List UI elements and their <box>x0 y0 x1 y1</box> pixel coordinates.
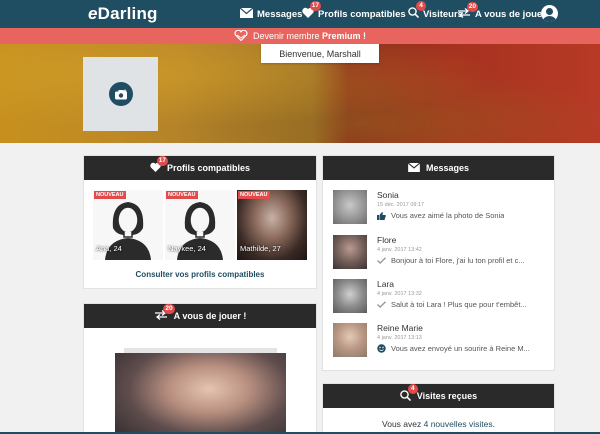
message-item-lara[interactable]: Lara 4 janv. 2017 13:32 Salut à toi Lara… <box>333 279 553 315</box>
account-avatar-icon[interactable] <box>541 5 558 22</box>
profile-name: Ana, 24 <box>96 244 122 253</box>
message-date: 4 janv. 2017 13:42 <box>377 247 422 253</box>
avatar <box>333 279 367 313</box>
message-date: 15 déc. 2017 09:17 <box>377 202 425 208</box>
visits-header: 4 Visites reçues <box>323 383 554 408</box>
message-sender: Lara <box>377 279 395 289</box>
envelope-icon <box>239 7 254 21</box>
nav-visitors[interactable]: 4 Visiteurs <box>408 0 463 28</box>
avatar <box>333 323 367 357</box>
nav-messages[interactable]: Messages <box>239 0 302 28</box>
compatible-header-badge: 17 <box>156 156 168 166</box>
profile-name: Naykee, 24 <box>168 244 206 253</box>
message-date: 4 janv. 2017 13:13 <box>377 335 422 341</box>
heart-icon: 17 <box>150 156 168 174</box>
profile-name: Mathilde, 27 <box>240 244 281 253</box>
thumb-up-icon <box>377 211 386 220</box>
message-sender: Sonia <box>377 190 399 200</box>
avatar <box>333 235 367 269</box>
compatible-count-badge: 17 <box>309 1 321 11</box>
profile-card-mathilde[interactable]: NOUVEAU Mathilde, 27 <box>237 190 307 260</box>
visits-header-badge: 4 <box>407 383 418 394</box>
check-icon <box>377 301 386 308</box>
message-preview: Salut à toi Lara ! Plus que pour t'embêt… <box>391 300 527 309</box>
swap-arrows-icon: 20 <box>457 1 478 21</box>
visits-card: 4 Visites reçues Vous avez 4 nouvelles v… <box>322 383 555 434</box>
premium-banner[interactable]: Devenir membre Premium ! <box>0 28 600 44</box>
top-navigation: eDarling Messages 17 Profils compatibles… <box>0 0 600 28</box>
add-photo-button[interactable] <box>109 82 133 106</box>
premium-text: Devenir membre Premium ! <box>252 31 367 41</box>
new-badge: NOUVEAU <box>238 191 270 199</box>
new-visits-link[interactable]: 4 nouvelles visites <box>424 419 493 429</box>
message-date: 4 janv. 2017 13:32 <box>377 291 422 297</box>
camera-icon <box>115 89 127 99</box>
message-sender: Reine Marie <box>377 323 423 333</box>
envelope-icon <box>407 162 421 174</box>
message-preview: Vous avez aimé la photo de Sonia <box>391 211 505 220</box>
check-icon <box>377 257 386 264</box>
nav-your-turn[interactable]: 20 A vous de jouer ! <box>457 0 552 28</box>
compatible-profiles-card: 17 Profils compatibles NOUVEAU Ana, 24 N… <box>83 155 317 289</box>
message-preview: Bonjour à toi Flore, j'ai lu ton profil … <box>391 256 525 265</box>
new-badge: NOUVEAU <box>166 191 198 199</box>
view-compatible-profiles-link[interactable]: Consulter vos profils compatibles <box>84 270 316 279</box>
visitor-search-icon: 4 <box>399 383 418 403</box>
your-turn-count-badge: 20 <box>466 1 478 12</box>
compatible-profiles-header: 17 Profils compatibles <box>84 156 316 180</box>
smile-icon <box>377 344 386 353</box>
messages-header: Messages <box>323 156 554 180</box>
message-sender: Flore <box>377 235 397 245</box>
new-badge: NOUVEAU <box>94 191 126 199</box>
nav-compatible-profiles[interactable]: 17 Profils compatibles <box>302 0 406 28</box>
messages-card: Messages Sonia 15 déc. 2017 09:17 Vous a… <box>322 155 555 371</box>
your-turn-profile-photo[interactable] <box>115 353 286 434</box>
visits-summary: Vous avez 4 nouvelles visites. <box>382 419 495 429</box>
avatar <box>333 190 367 224</box>
premium-heart-icon <box>234 29 248 43</box>
edarling-logo[interactable]: eDarling <box>88 4 158 24</box>
swap-arrows-icon: 20 <box>154 304 175 322</box>
visitors-count-badge: 4 <box>416 1 426 11</box>
message-preview: Vous avez envoyé un sourire à Reine M... <box>391 344 530 353</box>
visitor-search-icon: 4 <box>408 1 426 21</box>
your-turn-header: 20 A vous de jouer ! <box>84 304 316 328</box>
profile-photo-placeholder <box>83 57 158 131</box>
profile-card-naykee[interactable]: NOUVEAU Naykee, 24 <box>165 190 235 260</box>
message-item-reine-marie[interactable]: Reine Marie 4 janv. 2017 13:13 Vous avez… <box>333 323 553 359</box>
your-turn-header-badge: 20 <box>163 304 175 314</box>
your-turn-card: 20 A vous de jouer ! <box>83 303 317 434</box>
welcome-label: Bienvenue, Marshall <box>261 44 379 63</box>
message-item-sonia[interactable]: Sonia 15 déc. 2017 09:17 Vous avez aimé … <box>333 190 553 226</box>
profile-card-ana[interactable]: NOUVEAU Ana, 24 <box>93 190 163 260</box>
message-item-flore[interactable]: Flore 4 janv. 2017 13:42 Bonjour à toi F… <box>333 235 553 271</box>
heart-icon: 17 <box>302 1 321 21</box>
